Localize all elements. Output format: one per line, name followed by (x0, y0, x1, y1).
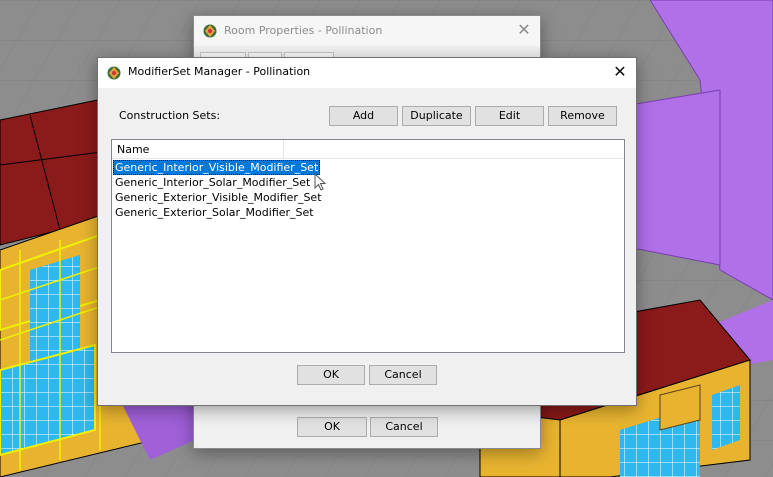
room-cancel-button[interactable]: Cancel (370, 417, 438, 437)
mouse-pointer-icon (314, 173, 326, 191)
construction-sets-label: Construction Sets: (119, 109, 221, 122)
modifierset-manager-window[interactable]: ModifierSet Manager - Pollination ✕ Cons… (97, 57, 637, 406)
room-properties-titlebar[interactable]: Room Properties - Pollination ✕ (194, 16, 540, 46)
list-item[interactable]: Generic_Interior_Solar_Modifier_Set (113, 175, 312, 190)
edit-button[interactable]: Edit (475, 106, 544, 126)
remove-button[interactable]: Remove (548, 106, 617, 126)
cancel-button[interactable]: Cancel (369, 365, 437, 385)
room-ok-button[interactable]: OK (297, 417, 367, 437)
room-properties-title: Room Properties - Pollination (224, 24, 383, 37)
construction-sets-list[interactable]: Name Generic_Interior_Visible_Modifier_S… (111, 139, 625, 353)
pollination-logo-icon (107, 66, 121, 80)
list-header: Name (112, 140, 624, 159)
close-icon[interactable]: ✕ (608, 61, 632, 83)
list-item[interactable]: Generic_Interior_Visible_Modifier_Set (113, 160, 321, 175)
modifierset-manager-title: ModifierSet Manager - Pollination (128, 65, 311, 78)
add-button[interactable]: Add (329, 106, 398, 126)
ok-button[interactable]: OK (297, 365, 365, 385)
list-item[interactable]: Generic_Exterior_Visible_Modifier_Set (113, 190, 324, 205)
close-icon[interactable]: ✕ (512, 19, 536, 41)
list-item[interactable]: Generic_Exterior_Solar_Modifier_Set (113, 205, 316, 220)
column-separator[interactable] (283, 140, 284, 158)
duplicate-button[interactable]: Duplicate (402, 106, 471, 126)
column-header-name[interactable]: Name (117, 143, 149, 156)
pollination-logo-icon (203, 24, 217, 38)
modifierset-manager-titlebar[interactable]: ModifierSet Manager - Pollination ✕ (98, 58, 636, 88)
